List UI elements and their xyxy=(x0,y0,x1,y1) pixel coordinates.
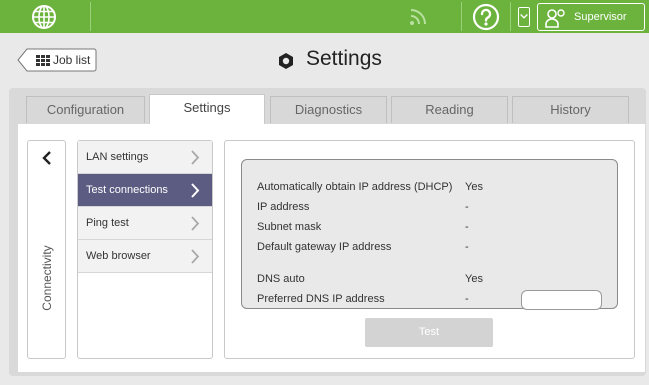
feed-icon xyxy=(410,9,426,25)
globe-button[interactable] xyxy=(0,0,90,33)
chevron-right-icon xyxy=(191,150,200,165)
menu-item-web-browser[interactable]: Web browser xyxy=(78,240,212,273)
menu-item-label: Test connections xyxy=(86,184,168,196)
menu-item-label: Ping test xyxy=(86,217,129,229)
globe-icon xyxy=(32,5,56,29)
test-button[interactable]: Test xyxy=(365,318,493,347)
chevron-down-icon xyxy=(520,14,528,19)
preferred-dns-label: Preferred DNS IP address xyxy=(257,293,385,305)
chevron-right-icon xyxy=(191,183,200,198)
dns-auto-value: Yes xyxy=(465,273,483,285)
menu-item-ping-test[interactable]: Ping test xyxy=(78,207,212,240)
grid-icon xyxy=(36,55,50,66)
user-icon xyxy=(545,9,565,28)
top-bar-divider xyxy=(461,2,462,31)
connectivity-label: Connectivity xyxy=(40,245,54,311)
dhcp-label: Automatically obtain IP address (DHCP) xyxy=(257,181,453,193)
preferred-dns-input[interactable] xyxy=(521,290,602,310)
menu-item-label: LAN settings xyxy=(86,151,149,163)
menu-item-test-connections[interactable]: Test connections xyxy=(78,174,212,207)
preferred-dns-value: - xyxy=(465,293,469,305)
top-bar-divider xyxy=(510,2,511,31)
tab-configuration[interactable]: Configuration xyxy=(26,96,145,123)
top-bar: Supervisor xyxy=(0,0,649,33)
top-bar-divider xyxy=(90,2,91,31)
ip-address-label: IP address xyxy=(257,201,310,213)
subnet-mask-value: - xyxy=(465,221,469,233)
tab-reading[interactable]: Reading xyxy=(391,96,508,123)
menu-item-lan-settings[interactable]: LAN settings xyxy=(78,141,212,174)
dns-auto-label: DNS auto xyxy=(257,273,305,285)
dhcp-value: Yes xyxy=(465,181,483,193)
chevron-left-icon[interactable] xyxy=(41,151,53,165)
job-list-label: Job list xyxy=(53,53,91,67)
page-title: Settings xyxy=(306,47,382,70)
job-list-button[interactable]: Job list xyxy=(17,48,97,72)
menu-item-label: Web browser xyxy=(86,250,151,262)
tab-history[interactable]: History xyxy=(512,96,629,123)
help-icon[interactable] xyxy=(472,3,500,31)
default-gateway-label: Default gateway IP address xyxy=(257,241,392,253)
gear-icon xyxy=(279,53,293,69)
ip-address-value: - xyxy=(465,201,469,213)
chevron-right-icon xyxy=(191,249,200,264)
subnet-mask-label: Subnet mask xyxy=(257,221,322,233)
chevron-right-icon xyxy=(191,216,200,231)
tab-settings[interactable]: Settings xyxy=(149,94,265,124)
default-gateway-value: - xyxy=(465,241,469,253)
user-role-label: Supervisor xyxy=(574,11,627,23)
tab-diagnostics[interactable]: Diagnostics xyxy=(270,96,387,123)
connectivity-menu: LAN settings Test connections Ping test … xyxy=(77,140,213,359)
user-dropdown-toggle[interactable] xyxy=(518,7,530,27)
connectivity-sidebar: Connectivity xyxy=(27,140,66,359)
user-menu-button[interactable]: Supervisor xyxy=(537,3,645,31)
